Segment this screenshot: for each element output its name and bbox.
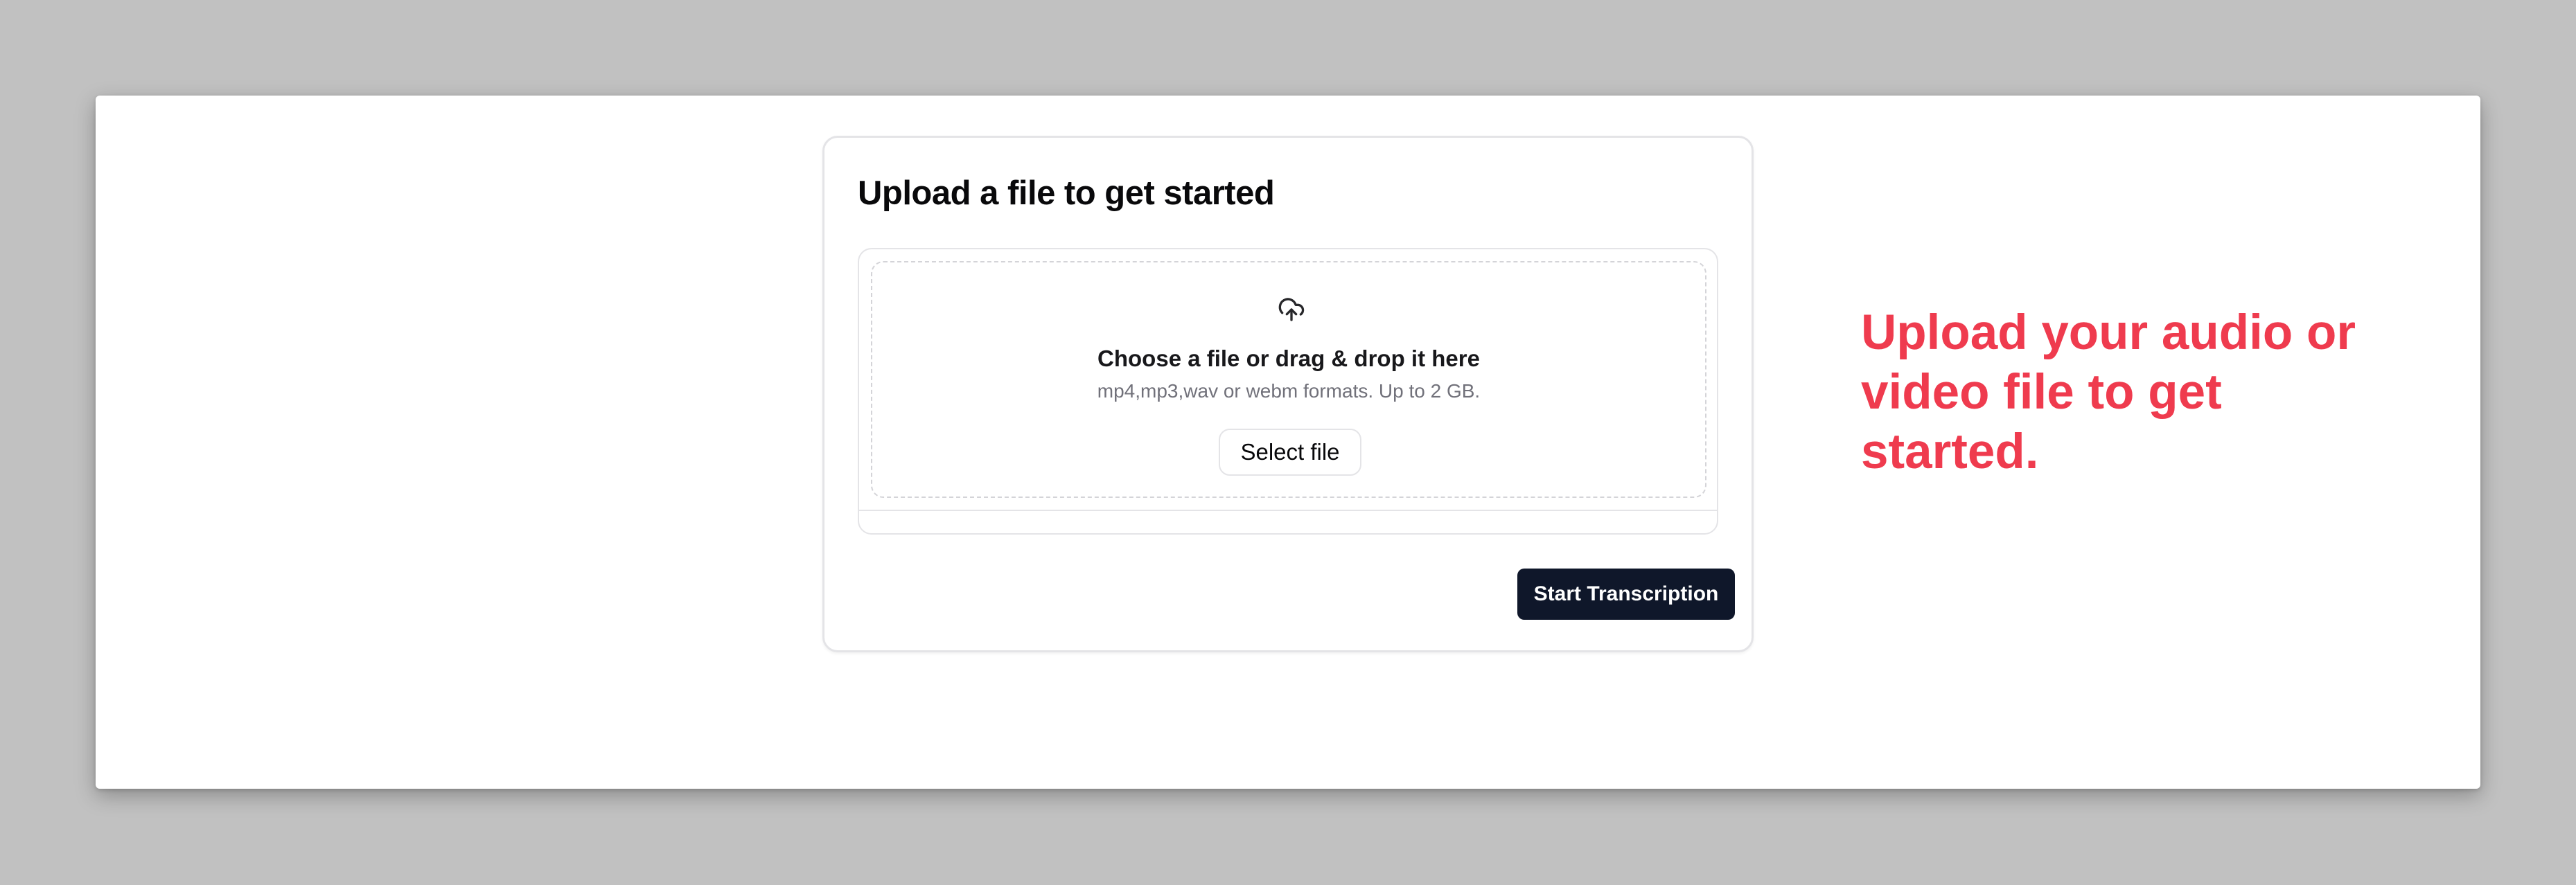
upload-card: Upload a file to get started Choose a fi… — [822, 136, 1754, 652]
cloud-upload-icon — [1278, 298, 1305, 321]
promo-callout-text: Upload your audio or video file to get s… — [1861, 305, 2356, 479]
app-window: Upload a file to get started Choose a fi… — [96, 96, 2480, 789]
select-file-button[interactable]: Select file — [1219, 429, 1361, 476]
file-list-divider — [859, 510, 1717, 511]
file-dropzone[interactable]: Choose a file or drag & drop it here mp4… — [871, 261, 1706, 498]
dropzone-title: Choose a file or drag & drop it here — [1097, 346, 1480, 371]
dropzone-formats-hint: mp4,mp3,wav or webm formats. Up to 2 GB. — [1097, 380, 1481, 402]
upload-panel: Choose a file or drag & drop it here mp4… — [858, 248, 1718, 535]
card-title: Upload a file to get started — [858, 175, 1275, 212]
start-transcription-button[interactable]: Start Transcription — [1517, 569, 1735, 620]
